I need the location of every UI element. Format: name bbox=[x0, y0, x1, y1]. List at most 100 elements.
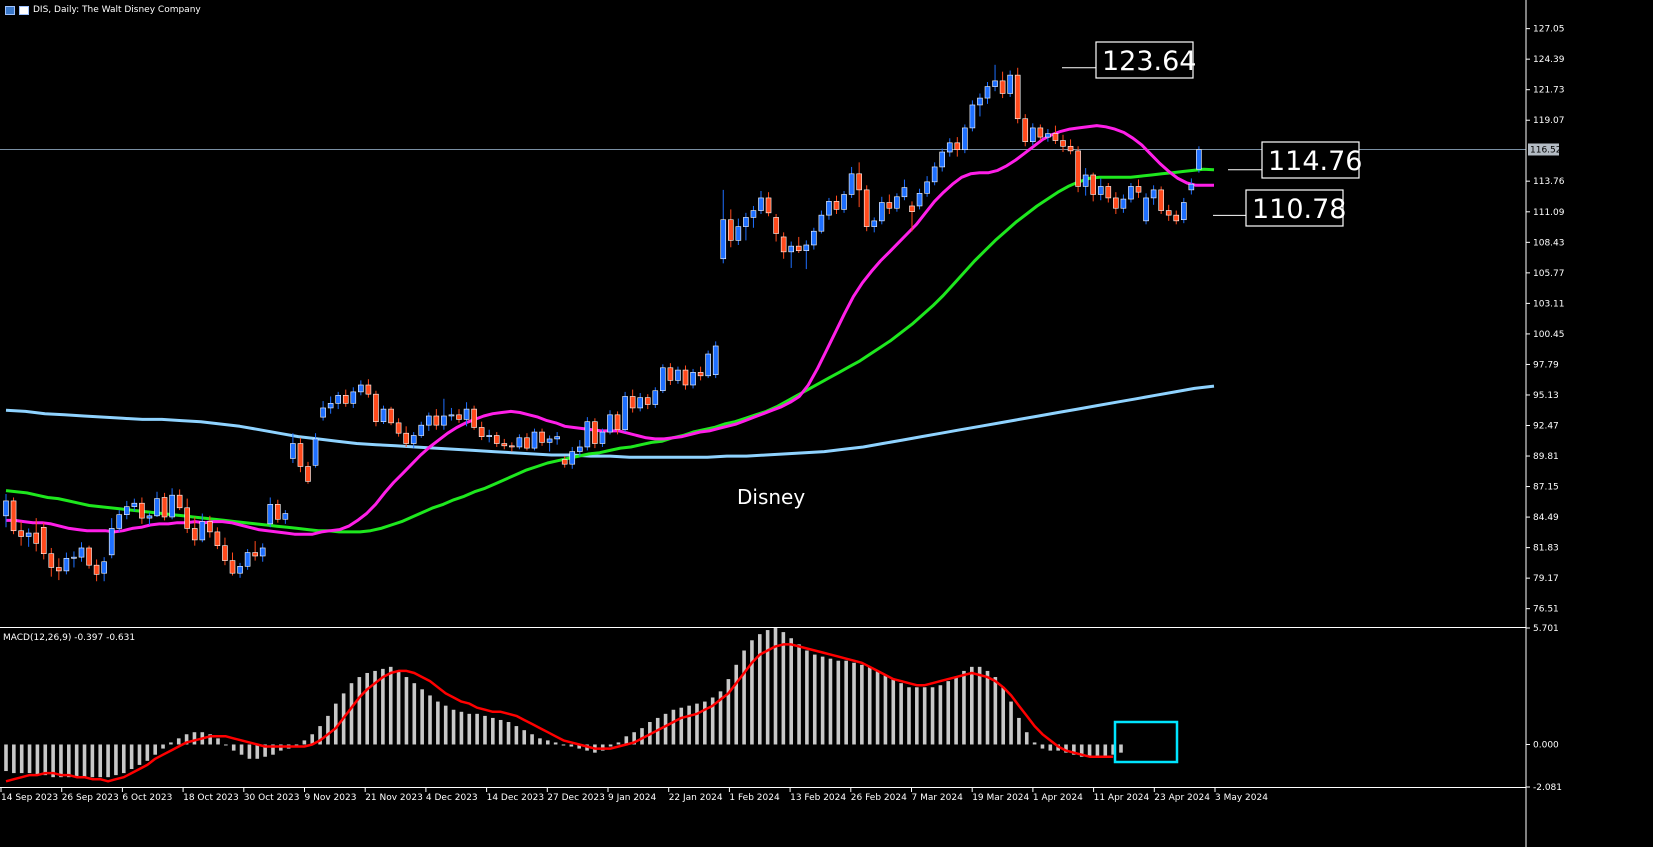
chart-icon bbox=[19, 5, 29, 15]
candle-body bbox=[478, 427, 485, 437]
macd-histogram-bar bbox=[781, 632, 786, 745]
price-tick-label: 105.77 bbox=[1533, 269, 1565, 279]
candle-body bbox=[811, 230, 817, 246]
candle-body bbox=[969, 104, 976, 129]
macd-label: MACD(12,26,9) -0.397 -0.631 bbox=[3, 633, 136, 643]
candle-body bbox=[554, 436, 560, 440]
macd-histogram-bar bbox=[412, 683, 417, 745]
candle-body bbox=[629, 396, 636, 409]
price-tick-label: 84.49 bbox=[1533, 513, 1559, 523]
macd-histogram-bar bbox=[224, 744, 228, 746]
candle-body bbox=[1135, 186, 1142, 193]
candle-body bbox=[539, 431, 545, 443]
price-tick-label: 127.05 bbox=[1533, 25, 1565, 35]
callout-label: 123.64 bbox=[1102, 46, 1196, 77]
macd-tick-label: 0.000 bbox=[1533, 740, 1559, 750]
candle-body bbox=[33, 532, 40, 544]
candle-body bbox=[1007, 74, 1013, 94]
macd-histogram-bar bbox=[1017, 717, 1021, 745]
macd-histogram-bar bbox=[67, 744, 71, 778]
date-tick-label: 26 Sep 2023 bbox=[62, 793, 119, 803]
callout-label: 110.78 bbox=[1252, 194, 1346, 225]
candle-body bbox=[607, 414, 613, 433]
candle-body bbox=[1181, 202, 1187, 221]
candle-body bbox=[931, 166, 938, 183]
candle-body bbox=[509, 445, 515, 448]
candle-body bbox=[1022, 118, 1029, 142]
macd-histogram-bar bbox=[506, 722, 511, 745]
macd-histogram-bar bbox=[962, 670, 966, 745]
macd-histogram-bar bbox=[404, 677, 409, 745]
candle-body bbox=[795, 245, 802, 252]
candle-body bbox=[992, 80, 998, 87]
current-price-label: 116.52 bbox=[1530, 145, 1562, 155]
macd-histogram-bar bbox=[695, 703, 699, 745]
macd-histogram-bar bbox=[797, 644, 801, 745]
macd-histogram-bar bbox=[538, 738, 542, 745]
price-tick-label: 111.09 bbox=[1533, 208, 1565, 218]
date-tick-label: 13 Feb 2024 bbox=[790, 793, 846, 803]
candle-body bbox=[320, 407, 326, 418]
date-tick-label: 26 Feb 2024 bbox=[851, 793, 907, 803]
candle-body bbox=[350, 391, 357, 404]
candle-body bbox=[184, 507, 190, 529]
candle-body bbox=[758, 197, 764, 211]
candle-body bbox=[682, 369, 689, 386]
macd-histogram-bar bbox=[545, 740, 550, 745]
macd-histogram-bar bbox=[985, 670, 990, 745]
macd-histogram-bar bbox=[899, 683, 903, 745]
macd-histogram-bar bbox=[616, 742, 621, 745]
price-tick-label: 95.13 bbox=[1533, 391, 1559, 401]
price-tick-label: 76.51 bbox=[1533, 605, 1559, 615]
candle-body bbox=[297, 443, 304, 467]
macd-histogram-bar bbox=[726, 679, 731, 745]
macd-histogram-bar bbox=[938, 685, 943, 745]
candle-body bbox=[833, 201, 840, 210]
macd-histogram-bar bbox=[82, 744, 87, 778]
candle-body bbox=[116, 514, 123, 529]
date-tick-label: 1 Feb 2024 bbox=[729, 793, 780, 803]
price-tick-label: 103.11 bbox=[1533, 299, 1565, 309]
candle-body bbox=[954, 142, 961, 151]
candle-body bbox=[222, 545, 228, 561]
date-tick-label: 4 Dec 2023 bbox=[426, 793, 478, 803]
macd-histogram-bar bbox=[137, 744, 142, 765]
candle-body bbox=[576, 446, 583, 452]
candle-body bbox=[1143, 197, 1149, 222]
macd-histogram-bar bbox=[820, 656, 825, 745]
macd-histogram-bar bbox=[922, 687, 927, 745]
macd-histogram-bar bbox=[129, 744, 134, 769]
macd-histogram-bar bbox=[789, 638, 793, 745]
macd-histogram-bar bbox=[192, 732, 197, 745]
candle-body bbox=[675, 369, 681, 381]
candle-body bbox=[40, 527, 47, 554]
candle-body bbox=[63, 557, 70, 572]
date-tick-label: 9 Jan 2024 bbox=[608, 793, 656, 803]
candle-body bbox=[214, 531, 221, 546]
macd-histogram-bar bbox=[12, 744, 16, 774]
candle-body bbox=[697, 372, 704, 377]
macd-histogram-bar bbox=[954, 677, 958, 745]
price-tick-label: 81.83 bbox=[1533, 544, 1559, 554]
macd-histogram-bar bbox=[4, 744, 8, 772]
macd-histogram-bar bbox=[907, 687, 911, 745]
macd-histogram-bar bbox=[467, 713, 472, 745]
macd-histogram-bar bbox=[765, 630, 770, 745]
macd-tick-label: -2.081 bbox=[1533, 783, 1562, 793]
candle-body bbox=[1097, 186, 1104, 195]
candle-body bbox=[395, 422, 402, 434]
candle-body bbox=[267, 504, 274, 525]
candle-body bbox=[1037, 127, 1044, 138]
candle-body bbox=[493, 435, 500, 444]
macd-histogram-bar bbox=[176, 738, 181, 745]
candle-body bbox=[1113, 197, 1119, 209]
candle-body bbox=[101, 561, 107, 574]
macd-histogram-bar bbox=[255, 744, 260, 759]
date-tick-label: 19 Mar 2024 bbox=[972, 793, 1029, 803]
candle-body bbox=[886, 202, 893, 209]
candle-body bbox=[441, 415, 447, 426]
price-tick-label: 108.43 bbox=[1533, 238, 1565, 248]
candle-body bbox=[456, 414, 462, 420]
candle-body bbox=[962, 127, 968, 151]
candle-body bbox=[788, 245, 795, 253]
